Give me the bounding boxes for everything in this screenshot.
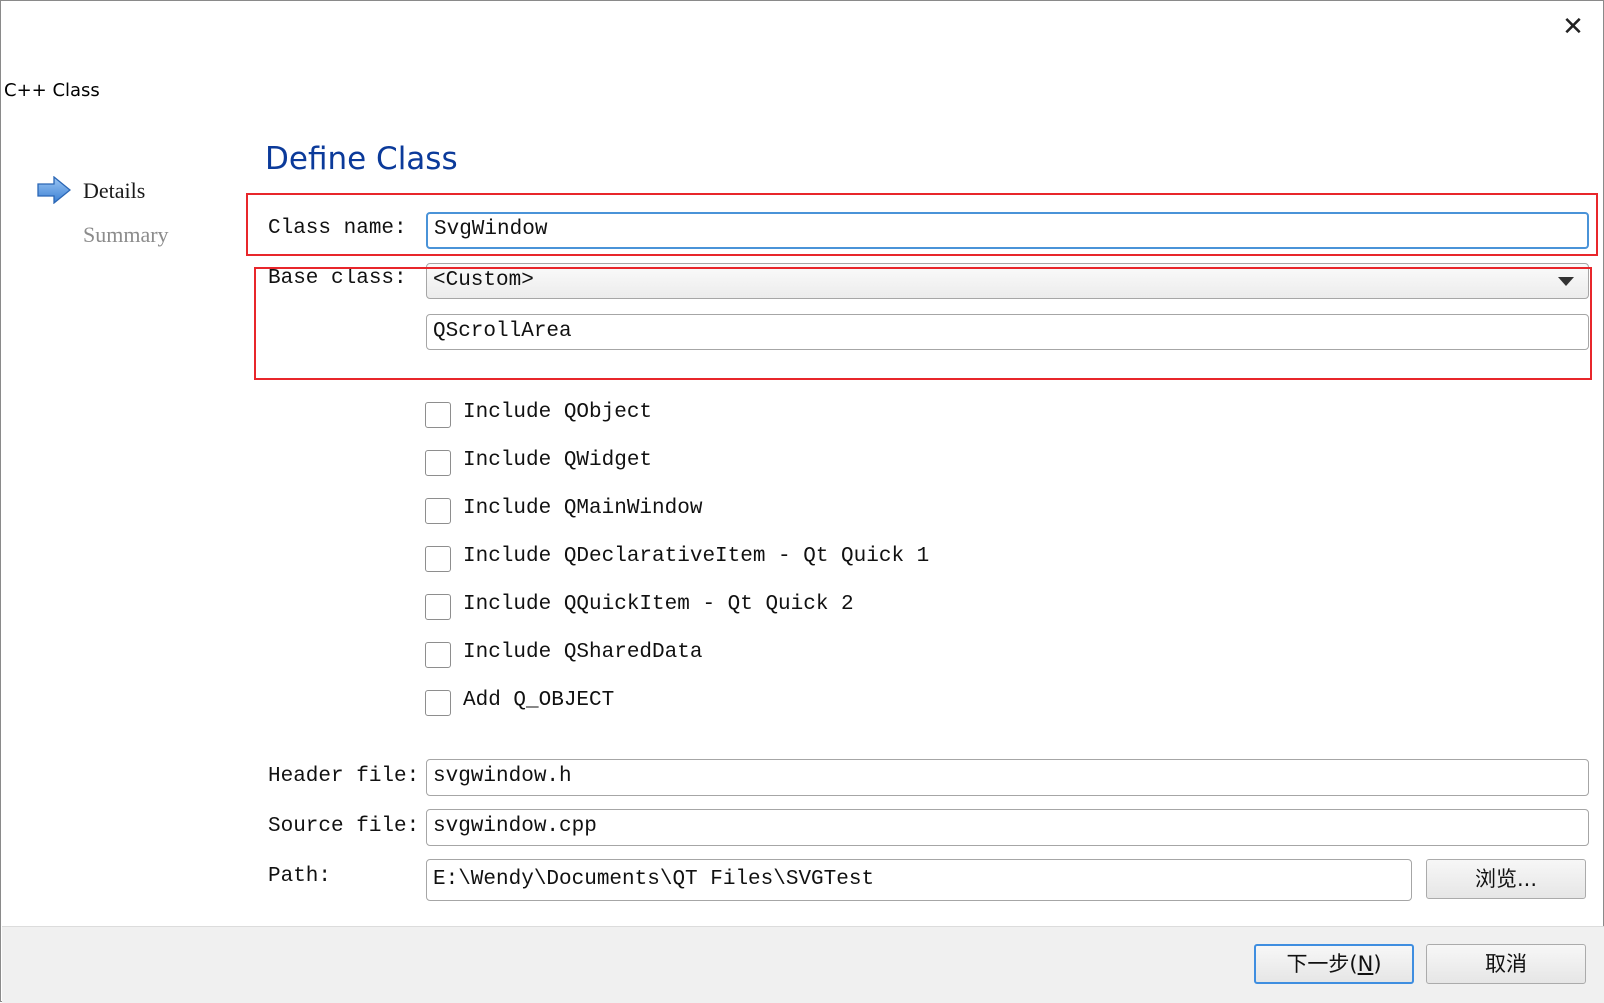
close-icon[interactable]: ✕ <box>1553 9 1593 45</box>
new-class-dialog: ✕ C++ Class Details Summary Define Class… <box>0 0 1604 1003</box>
window-title: C++ Class <box>4 80 100 101</box>
checkbox[interactable] <box>425 642 451 668</box>
page-title: Define Class <box>265 141 458 177</box>
header-file-input[interactable]: svgwindow.h <box>426 759 1589 796</box>
next-button[interactable]: 下一步(N) <box>1254 944 1414 984</box>
option-label: Include QQuickItem - Qt Quick 2 <box>463 593 854 616</box>
next-button-label-suffix: ) <box>1373 952 1382 976</box>
path-label: Path: <box>268 865 332 888</box>
cancel-button[interactable]: 取消 <box>1426 944 1586 984</box>
next-button-mnemonic: N <box>1357 952 1374 976</box>
checkbox[interactable] <box>425 594 451 620</box>
step-summary: Summary <box>83 222 169 247</box>
header-file-label: Header file: <box>268 765 420 788</box>
option-label: Include QObject <box>463 401 653 424</box>
path-input[interactable]: E:\Wendy\Documents\QT Files\SVGTest <box>426 859 1412 901</box>
option-label: Add Q_OBJECT <box>463 689 615 712</box>
browse-button[interactable]: 浏览... <box>1426 859 1586 899</box>
current-step-arrow-icon <box>37 176 71 204</box>
option-label: Include QSharedData <box>463 641 703 664</box>
option-label: Include QDeclarativeItem - Qt Quick 1 <box>463 545 930 568</box>
base-class-highlight-box <box>254 267 1592 380</box>
option-label: Include QMainWindow <box>463 497 703 520</box>
source-file-input[interactable]: svgwindow.cpp <box>426 809 1589 846</box>
option-label: Include QWidget <box>463 449 653 472</box>
next-button-label: 下一步( <box>1286 952 1358 976</box>
checkbox[interactable] <box>425 690 451 716</box>
checkbox[interactable] <box>425 450 451 476</box>
checkbox[interactable] <box>425 498 451 524</box>
source-file-label: Source file: <box>268 815 420 838</box>
checkbox[interactable] <box>425 402 451 428</box>
step-details: Details <box>83 178 146 203</box>
class-name-highlight-box <box>246 193 1598 256</box>
checkbox[interactable] <box>425 546 451 572</box>
